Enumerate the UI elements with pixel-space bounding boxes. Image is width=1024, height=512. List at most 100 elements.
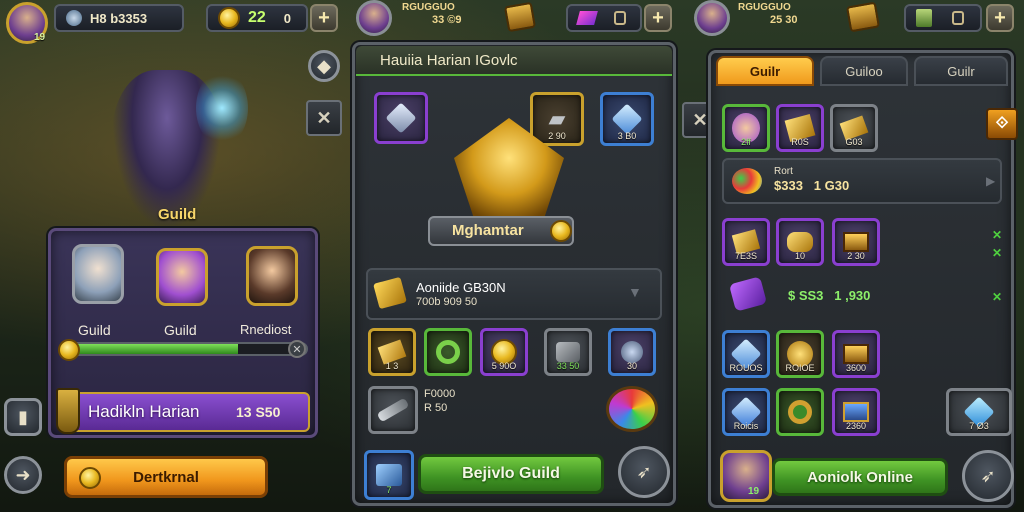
right-slot-3-3[interactable]: 2 30	[832, 218, 880, 266]
tab-guild-1-label: Guilr	[749, 63, 781, 79]
slot-ore[interactable]: 33 50	[544, 328, 592, 376]
left-close-button[interactable]: ✕	[306, 100, 342, 136]
right-slot-3-1[interactable]: 7E3S	[722, 218, 770, 266]
online-action-button[interactable]: Aoniolk Online	[772, 458, 948, 496]
item-slot-diamond[interactable]: 3 B0	[600, 92, 654, 146]
item-info-title: F0000	[424, 388, 456, 400]
right-row-2-expand-icon[interactable]: ▶	[986, 174, 995, 188]
middle-currency-title: RGUGGUO	[402, 2, 455, 13]
guild-progress-track	[60, 342, 308, 356]
add-coins-button[interactable]: +	[310, 4, 338, 32]
right-row-4-close[interactable]: ✕	[992, 290, 1002, 304]
purple-gem-icon	[576, 11, 598, 25]
tab-guild-1[interactable]: Guilr	[716, 56, 814, 86]
chest-icon[interactable]	[503, 1, 537, 33]
tab-guild-2[interactable]: Guiloo	[820, 56, 908, 86]
middle-gem-chip[interactable]	[566, 4, 642, 32]
right-row-3-close-b[interactable]: ✕	[992, 246, 1002, 260]
item-slot-cannon-caption: 2 90	[548, 131, 566, 141]
reward-detail: 700b 909 50	[416, 296, 478, 308]
middle-avatar[interactable]	[356, 0, 392, 36]
right-bottom-avatar[interactable]	[720, 450, 772, 502]
right-avatar[interactable]	[694, 0, 730, 36]
middle-currency-value: 33 ©9	[432, 14, 462, 26]
right-slot-5-1-caption: ROUOS	[729, 363, 763, 373]
right-chest-icon[interactable]	[845, 1, 881, 33]
slot-gold-coin[interactable]: 5 90O	[480, 328, 528, 376]
banner-shield-icon	[56, 388, 80, 434]
reward-row[interactable]	[366, 268, 662, 320]
right-slot-5-1[interactable]: ROUOS	[722, 330, 770, 378]
hero-guild-label: Guild	[158, 206, 197, 223]
slot-spyglass[interactable]	[368, 386, 418, 434]
right-avatar-level: 19	[748, 486, 760, 497]
right-row-4-values: $ SS3 1 ,930	[788, 288, 871, 303]
right-slot-6-1[interactable]: Roicis	[722, 388, 770, 436]
ore-icon	[556, 342, 580, 362]
right-compass-button[interactable]: ➶	[962, 450, 1014, 502]
coin-chip[interactable]: 22 0	[206, 4, 308, 32]
banner-value: 13 S50	[236, 404, 281, 420]
left-arrow-button[interactable]: ➜	[4, 456, 42, 494]
slot-gold-bar[interactable]: 1 3	[368, 328, 416, 376]
scroll-item-icon	[376, 464, 402, 486]
amulet-icon	[621, 341, 643, 363]
gold-lump-icon	[787, 232, 813, 252]
diamond-icon	[611, 103, 643, 135]
blue-chest-icon	[843, 402, 869, 422]
left-action-button[interactable]: Dertkrnal	[64, 456, 268, 498]
chest-box-icon	[843, 344, 869, 364]
progress-end-icon: ✕	[288, 340, 306, 358]
right-slot-5-3[interactable]: 3600	[832, 330, 880, 378]
player-level-badge: 19	[34, 32, 46, 43]
right-slot-6-1-caption: Roicis	[733, 421, 759, 431]
member-portrait-1[interactable]	[72, 244, 124, 304]
right-slot-6-3[interactable]: 2360	[832, 388, 880, 436]
rainbow-disc-icon[interactable]	[606, 386, 658, 432]
guild-emblem-name: Mghamtar	[452, 222, 524, 239]
right-row-2-values: $333 1 G30	[774, 178, 850, 193]
member-portrait-2[interactable]	[156, 248, 208, 306]
right-slot-6-3-caption: 2360	[845, 421, 867, 431]
right-slot-5-2[interactable]: ROIOE	[776, 330, 824, 378]
right-resource-chip[interactable]	[904, 4, 982, 32]
banner-name: Hadikln Harian	[88, 402, 200, 421]
left-pause-button[interactable]: ▮	[4, 398, 42, 436]
slot-ore-caption: 33 50	[556, 361, 580, 371]
right-row-3-close-a[interactable]: ✕	[992, 228, 1002, 242]
right-slot-1-1-caption: 2ff	[741, 137, 751, 147]
member-portrait-3[interactable]	[246, 246, 298, 306]
orange-swap-icon[interactable]: ⟐	[986, 108, 1018, 140]
middle-add-button[interactable]: +	[644, 4, 672, 32]
action-scroll-slot[interactable]: 7	[364, 450, 414, 500]
right-slot-6-2[interactable]	[776, 388, 824, 436]
guild-detail-title: Hauiia Harian IGovlc	[380, 52, 518, 69]
scroll-icon	[916, 9, 932, 27]
item-slot-crystal[interactable]	[374, 92, 428, 144]
item-info-line2: R 50	[424, 402, 448, 414]
item-slot-cannon[interactable]: ▰ 2 90	[530, 92, 584, 146]
reward-expand-icon[interactable]: ▼	[628, 284, 642, 300]
member-name-1: Guild	[78, 322, 111, 338]
floating-gem-slot[interactable]: 7 Ø3	[946, 388, 1012, 436]
right-add-button[interactable]: +	[986, 4, 1014, 32]
gem-currency-value: H8 b3353	[90, 10, 148, 26]
right-slot-1-1[interactable]: 2ff	[722, 104, 770, 152]
right-slot-3-3-caption: 2 30	[847, 251, 865, 261]
right-slot-5-2-caption: ROIOE	[785, 363, 815, 373]
right-slot-1-2[interactable]: R0S	[776, 104, 824, 152]
join-guild-button[interactable]: Bejivlo Guild	[418, 454, 604, 494]
shield-side-button[interactable]: ◆	[308, 50, 340, 82]
slot-amulet-caption: 30	[626, 361, 637, 371]
coin-icon	[218, 7, 240, 29]
coin-secondary-value: 0	[283, 10, 292, 26]
right-slot-3-2[interactable]: 10	[776, 218, 824, 266]
right-row-2[interactable]	[722, 158, 1002, 204]
right-slot-1-3[interactable]: G03	[830, 104, 878, 152]
middle-compass-button[interactable]: ➶	[618, 446, 670, 498]
tab-guild-3[interactable]: Guilr	[914, 56, 1008, 86]
right-currency-value: 25 30	[770, 14, 798, 26]
slot-green-ring[interactable]	[424, 328, 472, 376]
gem-currency-chip[interactable]: H8 b3353	[54, 4, 184, 32]
slot-amulet[interactable]: 30	[608, 328, 656, 376]
